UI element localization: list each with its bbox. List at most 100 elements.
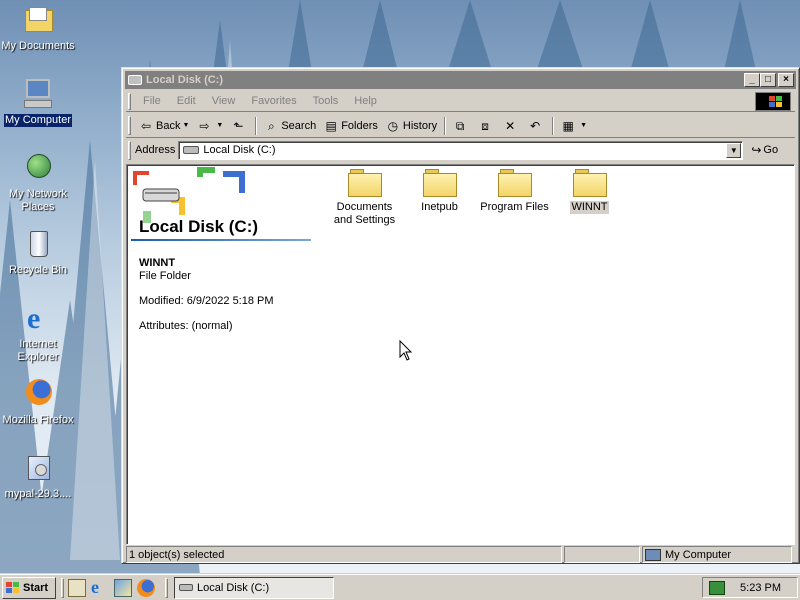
history-label: History [402,119,438,132]
task-button-label: Local Disk (C:) [197,581,270,594]
folders-label: Folders [341,119,378,132]
desktop-icon-label: My Documents [1,40,75,52]
clock[interactable]: 5:23 PM [740,582,781,594]
dropdown-arrow-icon[interactable]: ▼ [580,122,587,129]
desktop-icon-network-places[interactable]: My Network Places [0,152,76,214]
folder-view: Local Disk (C:) WINNT File Folder Modifi… [126,164,795,545]
task-button-local-disk[interactable]: Local Disk (C:) [174,576,334,599]
menu-favorites[interactable]: Favorites [243,95,304,107]
up-folder-button[interactable]: ⬑ [227,116,252,136]
search-label: Search [281,119,317,132]
folders-button[interactable]: ▤ Folders [320,116,382,136]
desktop-icon-label: mypal-29.3.... [4,488,72,500]
desktop-icon-internet-explorer[interactable]: e Internet Explorer [0,302,76,364]
menu-file[interactable]: File [135,95,169,107]
desktop-icon-mypal[interactable]: mypal-29.3.... [0,452,76,501]
start-button[interactable]: Start [2,576,56,599]
address-input[interactable]: Local Disk (C:) ▼ [178,140,744,160]
menu-view[interactable]: View [204,95,244,107]
status-zone-text: My Computer [665,548,732,561]
menu-tools[interactable]: Tools [305,95,347,107]
selection-details: WINNT File Folder Modified: 6/9/2022 5:1… [139,257,274,345]
undo-button[interactable]: ↶ [524,116,549,136]
back-arrow-icon: ⇦ [140,118,152,133]
folder-icon [347,169,382,197]
desktop-icon-my-computer[interactable]: My Computer [0,78,76,127]
search-button[interactable]: ⌕ Search [260,116,320,136]
address-grip[interactable] [128,140,131,160]
move-to-button[interactable]: ⧉ [449,116,474,136]
outlook-express-icon[interactable] [114,578,132,597]
desktop-icon-recycle-bin[interactable]: Recycle Bin [0,228,76,277]
title-bar[interactable]: Local Disk (C:) _ □ × [125,71,796,89]
folders-icon: ▤ [325,118,337,133]
back-button[interactable]: ⇦ Back ▼ [135,116,193,136]
copy-to-button[interactable]: ⧈ [474,116,499,136]
toolbar-grip[interactable] [128,116,131,135]
desktop-icon-label: Mozilla Firefox [2,414,74,426]
network-globe-icon [21,152,55,186]
views-icon: ▦ [562,118,574,133]
status-bar: 1 object(s) selected My Computer [126,546,795,564]
firefox-icon [21,378,55,412]
menu-edit[interactable]: Edit [169,95,204,107]
desktop-icon-firefox[interactable]: Mozilla Firefox [0,378,76,427]
show-desktop-icon[interactable] [68,578,86,597]
folder-documents-and-settings[interactable]: Documents and Settings [327,169,402,227]
folder-icon [572,169,607,197]
selected-item-attributes: Attributes: (normal) [139,320,233,332]
maximize-button[interactable]: □ [760,73,776,87]
up-folder-icon: ⬑ [233,118,244,133]
folder-winnt[interactable]: WINNT [552,169,627,227]
windows-logo-icon [755,92,791,111]
folder-inetpub[interactable]: Inetpub [402,169,477,227]
recycle-bin-icon [21,228,55,262]
internet-explorer-icon[interactable]: e [91,578,109,597]
views-button[interactable]: ▦ ▼ [557,116,591,136]
standard-toolbar: ⇦ Back ▼ ⇨ ▼ ⬑ ⌕ Search ▤ Folders ◷ Hist… [126,114,795,138]
network-status-icon[interactable] [709,580,725,595]
folder-item-list: Documents and Settings Inetpub Program F… [327,169,627,227]
web-view-info-pane: Local Disk (C:) WINNT File Folder Modifi… [127,165,313,544]
window-title: Local Disk (C:) [146,74,224,86]
status-selection: 1 object(s) selected [126,546,562,563]
go-button[interactable]: ↪ Go [751,143,778,157]
mouse-cursor-icon [399,340,413,361]
address-bar: Address Local Disk (C:) ▼ ↪ Go [126,139,795,161]
tasks-grip[interactable] [165,577,168,598]
address-dropdown-button[interactable]: ▼ [726,142,742,158]
selected-item-type: File Folder [139,270,191,282]
taskbar: Start e Local Disk (C:) 5:23 PM [0,574,800,600]
go-label: Go [763,144,779,156]
minimize-button[interactable]: _ [744,73,760,87]
status-empty-cell [564,546,640,563]
dropdown-arrow-icon[interactable]: ▼ [216,122,223,129]
info-pane-title: Local Disk (C:) [139,217,259,236]
delete-button[interactable]: ✕ [499,116,524,136]
forward-button[interactable]: ⇨ ▼ [193,116,227,136]
status-zone: My Computer [642,546,792,563]
windows-flag-icon [6,581,20,594]
drive-icon [183,146,200,154]
menu-help[interactable]: Help [346,95,385,107]
firefox-icon[interactable] [137,578,155,597]
quick-launch: e [68,578,160,597]
folder-label: Program Files [480,201,549,213]
close-button[interactable]: × [778,73,794,87]
back-label: Back [156,119,181,132]
computer-icon [21,78,55,112]
installer-icon [21,452,55,486]
folder-label: WINNT [570,201,609,214]
selected-item-name: WINNT [139,257,176,269]
desktop-icon-my-documents[interactable]: My Documents [0,4,76,53]
desktop-icon-label: Internet Explorer [17,338,59,363]
dropdown-arrow-icon[interactable]: ▼ [182,122,189,129]
folder-program-files[interactable]: Program Files [477,169,552,227]
drive-icon [179,584,193,591]
move-to-icon: ⧉ [455,118,465,133]
menu-grip[interactable] [128,92,131,110]
desktop-icon-label: My Computer [3,114,73,127]
quicklaunch-grip[interactable] [61,577,64,598]
history-button[interactable]: ◷ History [382,116,441,136]
info-pane-divider [131,239,311,241]
